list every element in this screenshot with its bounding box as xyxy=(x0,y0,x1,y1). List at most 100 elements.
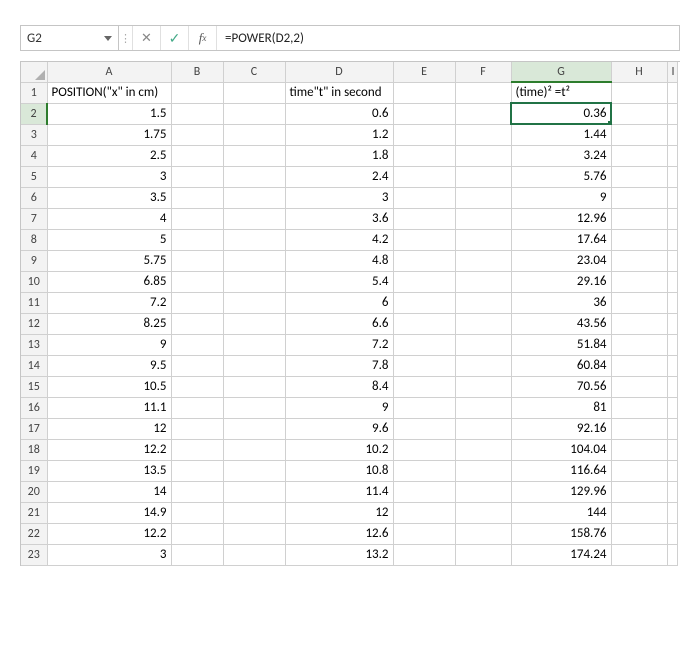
row-header[interactable]: 8 xyxy=(21,229,47,250)
row-header[interactable]: 6 xyxy=(21,187,47,208)
row-header[interactable]: 20 xyxy=(21,481,47,502)
row-header[interactable]: 15 xyxy=(21,376,47,397)
cell-D16[interactable]: 9 xyxy=(285,397,393,418)
cell-C6[interactable] xyxy=(223,187,285,208)
cell-H7[interactable] xyxy=(611,208,667,229)
cell-C10[interactable] xyxy=(223,271,285,292)
cell-G8[interactable]: 17.64 xyxy=(511,229,611,250)
cell-I2[interactable] xyxy=(667,103,677,124)
cell-C19[interactable] xyxy=(223,460,285,481)
enter-button[interactable]: ✓ xyxy=(161,26,189,50)
cell-B10[interactable] xyxy=(171,271,223,292)
cell-C7[interactable] xyxy=(223,208,285,229)
cell-I4[interactable] xyxy=(667,145,677,166)
cell-H14[interactable] xyxy=(611,355,667,376)
cell-B20[interactable] xyxy=(171,481,223,502)
cell-F20[interactable] xyxy=(455,481,511,502)
cell-I9[interactable] xyxy=(667,250,677,271)
cell-I5[interactable] xyxy=(667,166,677,187)
cell-E7[interactable] xyxy=(393,208,455,229)
cell-F23[interactable] xyxy=(455,544,511,565)
cell-G1[interactable]: (time)² =t² xyxy=(511,82,611,103)
cell-F14[interactable] xyxy=(455,355,511,376)
cell-I17[interactable] xyxy=(667,418,677,439)
cell-C15[interactable] xyxy=(223,376,285,397)
cell-E15[interactable] xyxy=(393,376,455,397)
cell-F6[interactable] xyxy=(455,187,511,208)
cell-I13[interactable] xyxy=(667,334,677,355)
cell-F18[interactable] xyxy=(455,439,511,460)
cell-F13[interactable] xyxy=(455,334,511,355)
cell-A6[interactable]: 3.5 xyxy=(47,187,171,208)
row-header[interactable]: 12 xyxy=(21,313,47,334)
cell-I15[interactable] xyxy=(667,376,677,397)
cell-F4[interactable] xyxy=(455,145,511,166)
cell-I1[interactable] xyxy=(667,82,677,103)
cell-E22[interactable] xyxy=(393,523,455,544)
row-header[interactable]: 5 xyxy=(21,166,47,187)
cell-B6[interactable] xyxy=(171,187,223,208)
cell-H23[interactable] xyxy=(611,544,667,565)
cell-B3[interactable] xyxy=(171,124,223,145)
cell-B5[interactable] xyxy=(171,166,223,187)
cell-C11[interactable] xyxy=(223,292,285,313)
cell-E4[interactable] xyxy=(393,145,455,166)
cell-D5[interactable]: 2.4 xyxy=(285,166,393,187)
cell-C13[interactable] xyxy=(223,334,285,355)
cell-G14[interactable]: 60.84 xyxy=(511,355,611,376)
cell-C22[interactable] xyxy=(223,523,285,544)
cell-G16[interactable]: 81 xyxy=(511,397,611,418)
select-all-corner[interactable] xyxy=(21,62,47,82)
cell-B18[interactable] xyxy=(171,439,223,460)
cell-D3[interactable]: 1.2 xyxy=(285,124,393,145)
cell-E17[interactable] xyxy=(393,418,455,439)
cell-D13[interactable]: 7.2 xyxy=(285,334,393,355)
cell-E9[interactable] xyxy=(393,250,455,271)
cell-H1[interactable] xyxy=(611,82,667,103)
cell-E6[interactable] xyxy=(393,187,455,208)
cell-E18[interactable] xyxy=(393,439,455,460)
cell-C20[interactable] xyxy=(223,481,285,502)
cell-B2[interactable] xyxy=(171,103,223,124)
cell-G19[interactable]: 116.64 xyxy=(511,460,611,481)
cell-C5[interactable] xyxy=(223,166,285,187)
cell-A3[interactable]: 1.75 xyxy=(47,124,171,145)
row-header[interactable]: 19 xyxy=(21,460,47,481)
row-header[interactable]: 17 xyxy=(21,418,47,439)
col-header-B[interactable]: B xyxy=(171,62,223,82)
cell-I12[interactable] xyxy=(667,313,677,334)
cell-I8[interactable] xyxy=(667,229,677,250)
cell-G9[interactable]: 23.04 xyxy=(511,250,611,271)
cell-I3[interactable] xyxy=(667,124,677,145)
cell-F17[interactable] xyxy=(455,418,511,439)
cell-C2[interactable] xyxy=(223,103,285,124)
cell-A9[interactable]: 5.75 xyxy=(47,250,171,271)
cell-E1[interactable] xyxy=(393,82,455,103)
cell-H16[interactable] xyxy=(611,397,667,418)
cell-A4[interactable]: 2.5 xyxy=(47,145,171,166)
cell-B4[interactable] xyxy=(171,145,223,166)
row-header[interactable]: 16 xyxy=(21,397,47,418)
cell-D22[interactable]: 12.6 xyxy=(285,523,393,544)
cancel-button[interactable]: ✕ xyxy=(133,26,161,50)
cell-D17[interactable]: 9.6 xyxy=(285,418,393,439)
cell-D14[interactable]: 7.8 xyxy=(285,355,393,376)
cell-G15[interactable]: 70.56 xyxy=(511,376,611,397)
cell-I23[interactable] xyxy=(667,544,677,565)
cell-F2[interactable] xyxy=(455,103,511,124)
cell-I22[interactable] xyxy=(667,523,677,544)
cell-C18[interactable] xyxy=(223,439,285,460)
cell-D7[interactable]: 3.6 xyxy=(285,208,393,229)
cell-G3[interactable]: 1.44 xyxy=(511,124,611,145)
cell-B11[interactable] xyxy=(171,292,223,313)
cell-E12[interactable] xyxy=(393,313,455,334)
cell-H11[interactable] xyxy=(611,292,667,313)
cell-H4[interactable] xyxy=(611,145,667,166)
cell-A18[interactable]: 12.2 xyxy=(47,439,171,460)
cell-H20[interactable] xyxy=(611,481,667,502)
cell-C12[interactable] xyxy=(223,313,285,334)
cell-H5[interactable] xyxy=(611,166,667,187)
cell-C4[interactable] xyxy=(223,145,285,166)
cell-B12[interactable] xyxy=(171,313,223,334)
cell-I21[interactable] xyxy=(667,502,677,523)
